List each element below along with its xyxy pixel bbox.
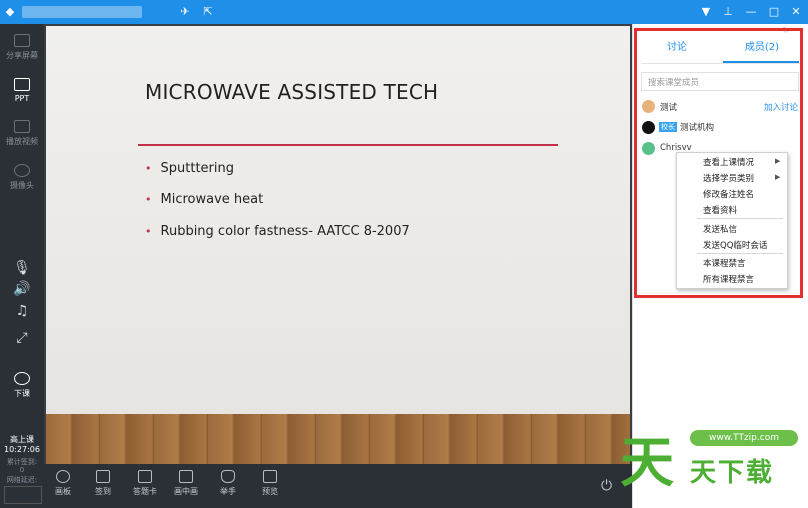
minimize-icon[interactable]: —	[743, 0, 759, 24]
sidebar-item-ppt[interactable]: PPT	[0, 78, 44, 103]
fullscreen-icon[interactable]: ⤢	[0, 330, 44, 346]
toolbar-checkin-button[interactable]: 签到	[86, 470, 120, 497]
slide-bullet: • Microwave heat	[145, 192, 264, 207]
window-title-blurred	[22, 6, 142, 18]
watermark-url: www.TTzip.com	[690, 430, 798, 446]
slide-bullet: • Rubbing color fastness- AATCC 8-2007	[145, 224, 410, 239]
camera-icon	[14, 164, 30, 177]
pip-icon	[179, 470, 193, 483]
title-bar: ◆ ✈ ⇱ ▼ ⊥ — □ ✕	[0, 0, 808, 24]
slide-divider	[138, 144, 558, 146]
toolbar-pip-button[interactable]: 画中画	[169, 470, 203, 497]
close-icon[interactable]: ✕	[788, 0, 804, 24]
class-status-title: 高上课	[10, 435, 34, 444]
music-icon[interactable]: ♫	[0, 303, 44, 319]
sidebar-item-camera[interactable]: 摄像头	[0, 164, 44, 191]
answer-card-icon	[138, 470, 152, 483]
raise-hand-icon	[221, 470, 235, 483]
sign-in-count-value: 0	[19, 466, 25, 474]
pin-icon[interactable]: ⊥	[720, 0, 736, 24]
slide-bullet: • Sputttering	[145, 161, 234, 176]
power-icon[interactable]: ⏻	[601, 478, 612, 494]
slide-title: MICROWAVE ASSISTED TECH	[145, 80, 439, 104]
end-class-icon	[14, 372, 30, 385]
checkin-icon	[96, 470, 110, 483]
watermark-logo: 天	[620, 431, 674, 494]
video-icon	[14, 120, 30, 133]
toolbar-answer-card-button[interactable]: 答题卡	[128, 470, 162, 497]
share-icon[interactable]: ⇱	[200, 0, 216, 24]
preview-icon	[263, 470, 277, 483]
screen-share-icon	[14, 34, 30, 47]
maximize-icon[interactable]: □	[766, 0, 782, 24]
app-logo-icon: ◆	[5, 5, 15, 18]
toolbar-palette-button[interactable]: 画板	[46, 470, 80, 497]
wood-floor-decoration	[46, 414, 630, 464]
toolbar-preview-button[interactable]: 预览	[253, 470, 287, 497]
watermark-text: 天下载	[690, 458, 775, 488]
mic-mute-icon[interactable]: 🎙	[0, 260, 44, 276]
network-latency-box	[4, 486, 42, 504]
sidebar-item-video[interactable]: 播放视频	[0, 120, 44, 147]
end-class-button[interactable]: 下课	[0, 372, 44, 399]
toolbar-raise-hand-button[interactable]: 举手	[211, 470, 245, 497]
speaker-icon[interactable]: 🔊	[0, 281, 44, 297]
network-latency-label: 网络延迟:	[6, 476, 38, 484]
ppt-icon	[14, 78, 30, 91]
class-timer: 10:27:06	[4, 445, 40, 454]
sidebar-item-screen-share[interactable]: 分享屏幕	[0, 34, 44, 61]
palette-icon	[56, 470, 70, 483]
dropdown-icon[interactable]: ▼	[698, 0, 714, 24]
send-icon[interactable]: ✈	[177, 0, 193, 24]
highlight-box	[634, 28, 803, 298]
